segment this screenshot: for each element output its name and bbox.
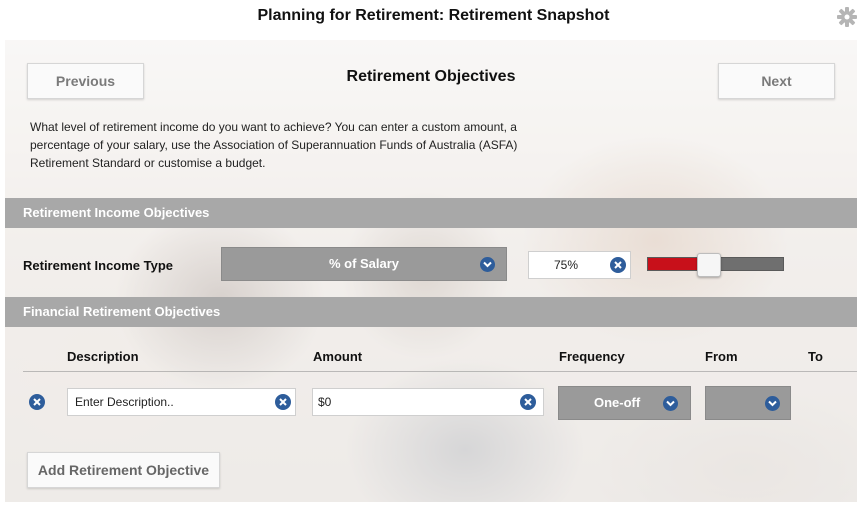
amount-input[interactable]: $0 xyxy=(312,388,544,416)
add-retirement-objective-button[interactable]: Add Retirement Objective xyxy=(27,452,220,488)
from-select[interactable] xyxy=(705,386,791,420)
chevron-down-icon xyxy=(663,396,678,411)
remove-row-icon[interactable] xyxy=(29,394,45,410)
app-title: Planning for Retirement: Retirement Snap… xyxy=(257,7,610,24)
gear-icon[interactable] xyxy=(836,6,858,28)
slider-fill xyxy=(648,258,697,270)
income-objectives-header: Retirement Income Objectives xyxy=(5,198,857,228)
clear-icon[interactable] xyxy=(520,394,536,410)
income-percent-slider[interactable] xyxy=(647,253,784,277)
column-header-from: From xyxy=(705,349,738,364)
description-input[interactable]: Enter Description.. xyxy=(67,388,296,416)
frequency-value: One-off xyxy=(594,395,641,410)
intro-text: What level of retirement income do you w… xyxy=(30,120,518,170)
next-button[interactable]: Next xyxy=(718,63,835,99)
chevron-down-icon xyxy=(480,257,495,272)
column-header-amount: Amount xyxy=(313,349,363,364)
income-type-select[interactable]: % of Salary xyxy=(221,247,507,281)
main-panel: Previous Retirement Objectives Next What… xyxy=(5,40,857,502)
slider-handle[interactable] xyxy=(697,253,721,277)
column-divider xyxy=(23,371,857,372)
financial-objectives-header: Financial Retirement Objectives xyxy=(5,297,857,327)
clear-icon[interactable] xyxy=(610,257,626,273)
income-type-label: Retirement Income Type xyxy=(23,258,174,273)
column-header-description: Description xyxy=(67,349,139,364)
frequency-select[interactable]: One-off xyxy=(558,386,691,420)
clear-icon[interactable] xyxy=(275,394,291,410)
income-type-value: % of Salary xyxy=(328,256,400,271)
chevron-down-icon xyxy=(765,396,780,411)
column-header-frequency: Frequency xyxy=(559,349,625,364)
column-header-to: To xyxy=(808,349,823,364)
